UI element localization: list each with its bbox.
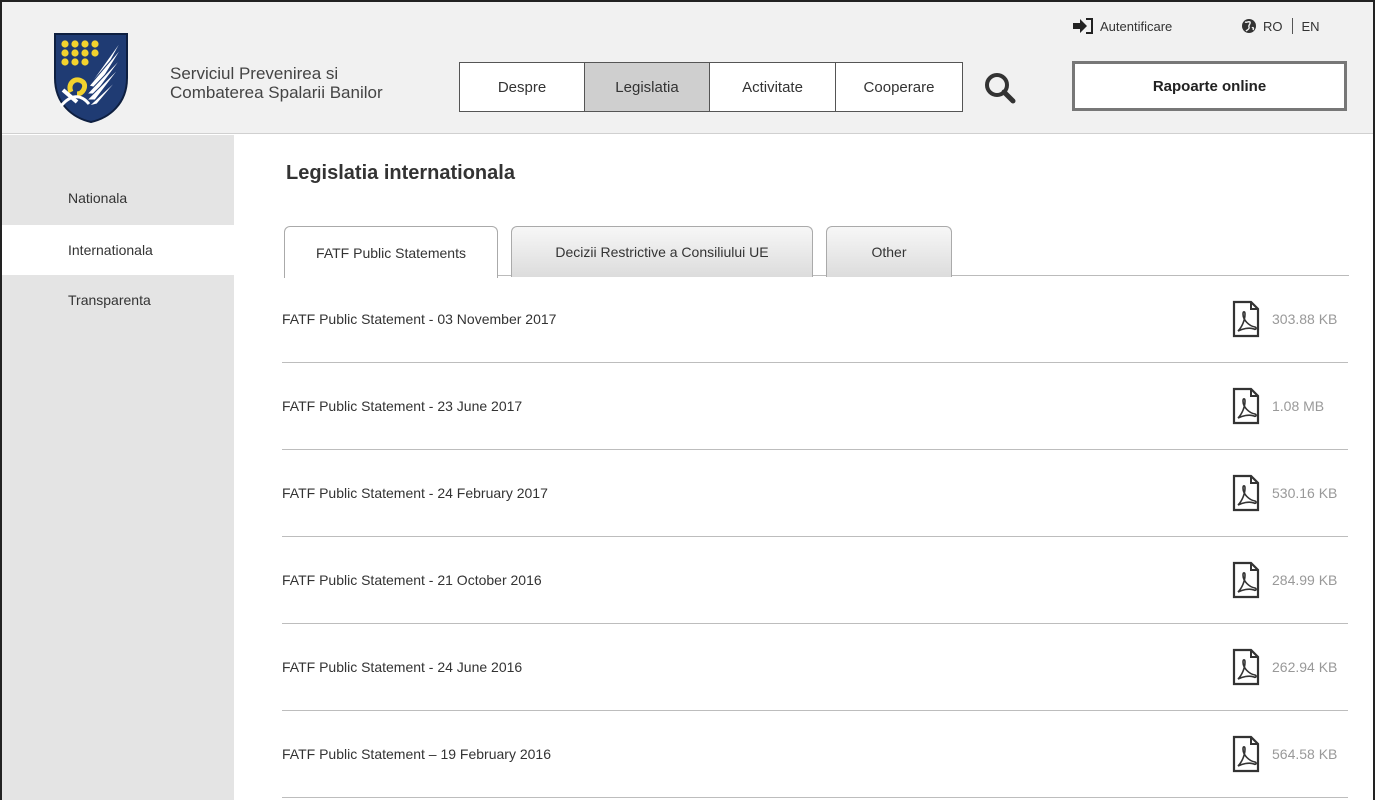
nav-activitate[interactable]: Activitate	[710, 63, 836, 111]
document-title[interactable]: FATF Public Statement - 03 November 2017	[282, 311, 556, 327]
sidebar-item-transparenta[interactable]: Transparenta	[2, 275, 234, 325]
main-content: Legislatia internationala FATF Public St…	[234, 135, 1373, 800]
coat-of-arms-logo[interactable]	[53, 32, 129, 124]
pdf-icon	[1232, 648, 1260, 686]
nav-despre[interactable]: Despre	[460, 63, 585, 111]
document-title[interactable]: FATF Public Statement – 19 February 2016	[282, 746, 551, 762]
document-title[interactable]: FATF Public Statement - 21 October 2016	[282, 572, 542, 588]
document-download[interactable]: 303.88 KB	[1232, 300, 1348, 338]
sidebar: Nationala Internationala Transparenta	[2, 135, 234, 800]
file-size: 284.99 KB	[1272, 572, 1338, 588]
lang-en[interactable]: EN	[1302, 19, 1320, 34]
sign-in-icon	[1073, 18, 1093, 34]
list-item: FATF Public Statement - 23 June 2017 1.0…	[282, 363, 1348, 450]
tab-bar: FATF Public Statements Decizii Restricti…	[284, 226, 1349, 278]
pdf-icon	[1232, 387, 1260, 425]
document-download[interactable]: 564.58 KB	[1232, 735, 1348, 773]
pdf-icon	[1232, 474, 1260, 512]
list-item: FATF Public Statement - 24 June 2016 262…	[282, 624, 1348, 711]
globe-icon	[1242, 19, 1256, 33]
login-link[interactable]: Autentificare	[1072, 18, 1172, 34]
nav-cooperare[interactable]: Cooperare	[836, 63, 962, 111]
page-title: Legislatia internationala	[286, 162, 515, 184]
sidebar-item-nationala[interactable]: Nationala	[2, 173, 234, 223]
document-list: FATF Public Statement - 03 November 2017…	[282, 276, 1348, 798]
lang-ro[interactable]: RO	[1263, 19, 1283, 34]
rapoarte-online-button[interactable]: Rapoarte online	[1072, 61, 1347, 111]
pdf-icon	[1232, 735, 1260, 773]
organization-name: Serviciul Prevenirea si Combaterea Spala…	[170, 64, 430, 102]
document-download[interactable]: 262.94 KB	[1232, 648, 1348, 686]
file-size: 303.88 KB	[1272, 311, 1338, 327]
document-download[interactable]: 530.16 KB	[1232, 474, 1348, 512]
file-size: 1.08 MB	[1272, 398, 1325, 414]
pdf-icon	[1232, 300, 1260, 338]
list-item: FATF Public Statement - 21 October 2016 …	[282, 537, 1348, 624]
search-icon[interactable]	[982, 70, 1018, 106]
document-download[interactable]: 1.08 MB	[1232, 387, 1348, 425]
list-item: FATF Public Statement - 24 February 2017…	[282, 450, 1348, 537]
org-name-line1: Serviciul Prevenirea si	[170, 64, 339, 83]
file-size: 262.94 KB	[1272, 659, 1338, 675]
file-size: 564.58 KB	[1272, 746, 1338, 762]
tab-other[interactable]: Other	[826, 226, 952, 277]
language-switcher: RO EN	[1241, 18, 1320, 34]
tab-decizii-restrictive[interactable]: Decizii Restrictive a Consiliului UE	[511, 226, 813, 277]
lang-divider	[1291, 18, 1293, 34]
file-size: 530.16 KB	[1272, 485, 1338, 501]
page-frame: Serviciul Prevenirea si Combaterea Spala…	[0, 0, 1375, 800]
document-title[interactable]: FATF Public Statement - 24 June 2016	[282, 659, 522, 675]
header: Serviciul Prevenirea si Combaterea Spala…	[2, 2, 1373, 134]
list-item: FATF Public Statement - 03 November 2017…	[282, 276, 1348, 363]
document-title[interactable]: FATF Public Statement - 24 February 2017	[282, 485, 548, 501]
tab-fatf-public-statements[interactable]: FATF Public Statements	[284, 226, 498, 278]
main-nav: Despre Legislatia Activitate Cooperare	[459, 62, 963, 112]
document-download[interactable]: 284.99 KB	[1232, 561, 1348, 599]
list-item: FATF Public Statement – 19 February 2016…	[282, 711, 1348, 798]
document-title[interactable]: FATF Public Statement - 23 June 2017	[282, 398, 522, 414]
pdf-icon	[1232, 561, 1260, 599]
nav-legislatia[interactable]: Legislatia	[585, 63, 710, 111]
sidebar-item-internationala[interactable]: Internationala	[2, 225, 234, 275]
org-name-line2: Combaterea Spalarii Banilor	[170, 83, 383, 102]
login-label: Autentificare	[1100, 18, 1173, 34]
